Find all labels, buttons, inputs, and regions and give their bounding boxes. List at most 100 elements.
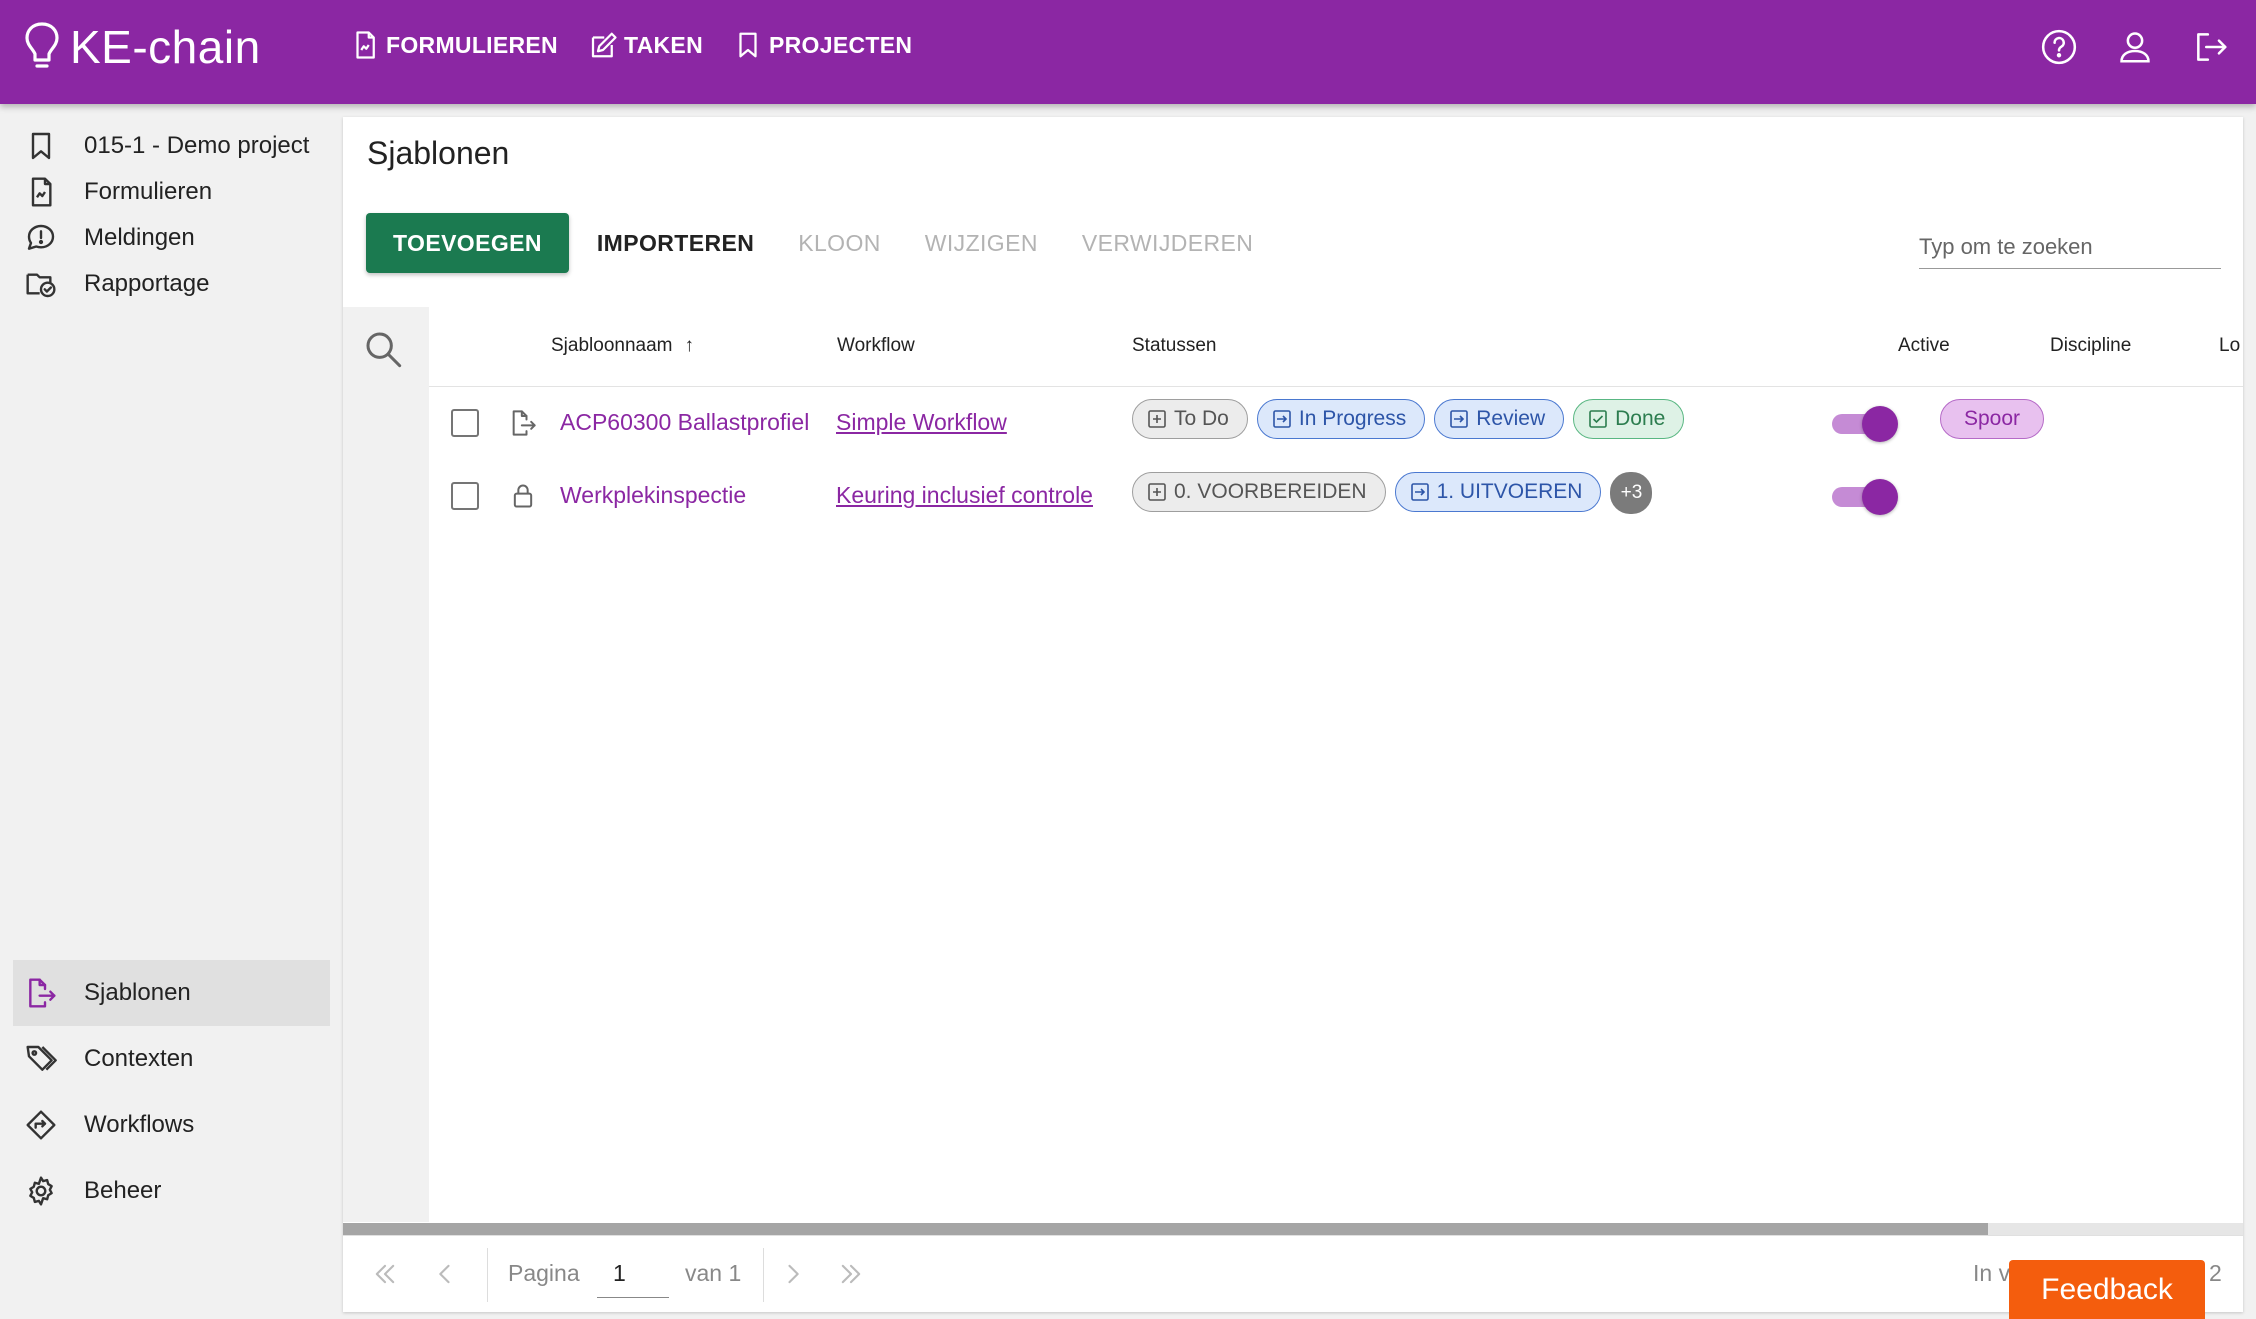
next-page-icon[interactable] xyxy=(779,1260,807,1288)
previous-page-icon[interactable] xyxy=(431,1260,459,1288)
page-number-input[interactable] xyxy=(597,1250,669,1297)
nav-taken-label: TAKEN xyxy=(623,31,703,58)
bookmark-icon xyxy=(739,32,757,58)
sidebar-item-rapportage[interactable]: Rapportage xyxy=(13,251,330,317)
horizontal-scrollbar[interactable] xyxy=(343,1223,2243,1235)
page-total-label: van 1 xyxy=(685,1260,742,1286)
status-chip-label: Done xyxy=(1615,407,1666,430)
table-row[interactable]: ACP60300 Ballastprofiel Simple Workflow … xyxy=(429,387,2243,459)
check-box-icon xyxy=(1589,410,1607,428)
user-icon[interactable] xyxy=(2116,28,2154,66)
row-checkbox[interactable] xyxy=(451,482,479,510)
bookmark-icon xyxy=(31,132,51,160)
column-header-workflow[interactable]: Workflow xyxy=(837,335,915,357)
first-page-icon[interactable] xyxy=(371,1260,399,1288)
top-navigation: FORMULIEREN TAKEN PROJECTEN xyxy=(350,30,912,60)
search-field xyxy=(1919,225,2221,269)
template-name-link[interactable]: Werkplekinspectie xyxy=(560,482,746,509)
status-chip-label: Review xyxy=(1476,407,1546,430)
status-chip-done[interactable]: Done xyxy=(1573,399,1685,439)
column-header-active[interactable]: Active xyxy=(1898,335,1950,357)
table-header: Sjabloonnaam ↑ Workflow Statussen xyxy=(429,307,2243,387)
sort-ascending-icon: ↑ xyxy=(684,335,694,356)
rows-count: 2 xyxy=(2209,1260,2222,1286)
sidebar-item-beheer[interactable]: Beheer xyxy=(13,1158,330,1224)
tags-icon xyxy=(26,1045,57,1071)
filter-column xyxy=(343,307,429,1222)
add-button[interactable]: TOEVOEGEN xyxy=(366,213,569,273)
lightbulb-icon xyxy=(25,22,59,68)
status-chip-todo[interactable]: To Do xyxy=(1132,399,1248,439)
status-chip-label: 1. UITVOEREN xyxy=(1436,480,1583,503)
table-row[interactable]: Werkplekinspectie Keuring inclusief cont… xyxy=(429,460,2243,532)
clone-button[interactable]: KLOON xyxy=(796,230,883,257)
sidebar-item-label: Formulieren xyxy=(84,178,213,205)
status-chips: 0. VOORBEREIDEN 1. UITVOEREN +3 xyxy=(1132,472,1653,514)
status-chip-voorbereiden[interactable]: 0. VOORBEREIDEN xyxy=(1132,472,1386,512)
scrollbar-thumb[interactable] xyxy=(343,1223,1988,1235)
column-header-statuses[interactable]: Statussen xyxy=(1132,335,1217,357)
import-button[interactable]: IMPORTEREN xyxy=(595,230,756,257)
plus-box-icon xyxy=(1148,410,1166,428)
status-chip-label: To Do xyxy=(1174,407,1229,430)
toggle-thumb xyxy=(1862,406,1898,442)
last-page-icon[interactable] xyxy=(837,1260,865,1288)
feedback-button[interactable]: Feedback xyxy=(2009,1260,2205,1319)
sidebar-item-label: Workflows xyxy=(84,1111,195,1138)
templates-card: Sjablonen TOEVOEGEN IMPORTEREN KLOON WIJ… xyxy=(343,117,2243,1312)
discipline-chip[interactable]: Spoor xyxy=(1940,399,2045,439)
sidebar-item-label: Beheer xyxy=(84,1177,162,1204)
sidebar-item-label: Sjablonen xyxy=(84,979,191,1006)
status-chip-label: In Progress xyxy=(1298,407,1407,430)
active-toggle[interactable] xyxy=(1832,476,1902,516)
search-icon[interactable] xyxy=(363,329,403,369)
status-chip-label: 0. VOORBEREIDEN xyxy=(1174,480,1367,503)
gear-icon xyxy=(29,1176,53,1206)
pager-separator xyxy=(487,1248,488,1302)
workflow-link[interactable]: Keuring inclusief controle xyxy=(836,482,1093,509)
logout-icon[interactable] xyxy=(2192,28,2230,66)
form-icon xyxy=(31,177,52,207)
column-header-name[interactable]: Sjabloonnaam ↑ xyxy=(551,335,694,357)
sidebar-item-label: Contexten xyxy=(84,1045,194,1072)
nav-formulieren-label: FORMULIEREN xyxy=(386,31,558,58)
toggle-thumb xyxy=(1862,479,1898,515)
alert-chat-icon xyxy=(27,224,55,250)
active-toggle[interactable] xyxy=(1832,403,1902,443)
plus-box-icon xyxy=(1148,483,1166,501)
workflow-link[interactable]: Simple Workflow xyxy=(836,409,1007,436)
nav-formulieren[interactable]: FORMULIEREN xyxy=(350,30,558,60)
rows-info-text: In v xyxy=(1973,1260,2011,1286)
nav-taken[interactable]: TAKEN xyxy=(588,30,703,60)
search-input[interactable] xyxy=(1919,225,2221,268)
sidebar-item-label: Rapportage xyxy=(84,270,210,297)
column-header-name-label: Sjabloonnaam xyxy=(551,335,673,356)
pager-separator xyxy=(763,1248,764,1302)
sidebar-item-contexten[interactable]: Contexten xyxy=(13,1026,330,1092)
nav-projecten[interactable]: PROJECTEN xyxy=(733,30,912,60)
lock-icon xyxy=(513,484,533,508)
workflow-icon xyxy=(26,1110,56,1140)
template-icon xyxy=(512,410,536,436)
help-icon[interactable] xyxy=(2040,28,2078,66)
form-icon xyxy=(356,31,375,59)
pagination: Pagina van 1 In v 2 xyxy=(343,1235,2243,1312)
template-icon xyxy=(29,978,56,1008)
delete-button[interactable]: VERWIJDEREN xyxy=(1080,230,1255,257)
status-chip-uitvoeren[interactable]: 1. UITVOEREN xyxy=(1394,472,1602,512)
report-icon xyxy=(26,273,56,298)
status-chip-review[interactable]: Review xyxy=(1434,399,1565,439)
page-label: Pagina xyxy=(508,1260,580,1286)
edit-button[interactable]: WIJZIGEN xyxy=(923,230,1040,257)
column-header-discipline[interactable]: Discipline xyxy=(2050,335,2131,357)
column-header-extra[interactable]: Lo xyxy=(2219,335,2240,357)
row-checkbox[interactable] xyxy=(451,409,479,437)
template-name-link[interactable]: ACP60300 Ballastprofiel xyxy=(560,409,809,436)
app-logo[interactable]: KE-chain xyxy=(24,20,261,74)
sidebar-item-workflows[interactable]: Workflows xyxy=(13,1092,330,1158)
enter-box-icon xyxy=(1410,483,1429,501)
status-chip-in-progress[interactable]: In Progress xyxy=(1256,399,1426,439)
more-statuses-badge[interactable]: +3 xyxy=(1610,472,1653,514)
sidebar: 015-1 - Demo project Formulieren Melding… xyxy=(0,104,340,1319)
sidebar-item-sjablonen[interactable]: Sjablonen xyxy=(13,960,330,1026)
